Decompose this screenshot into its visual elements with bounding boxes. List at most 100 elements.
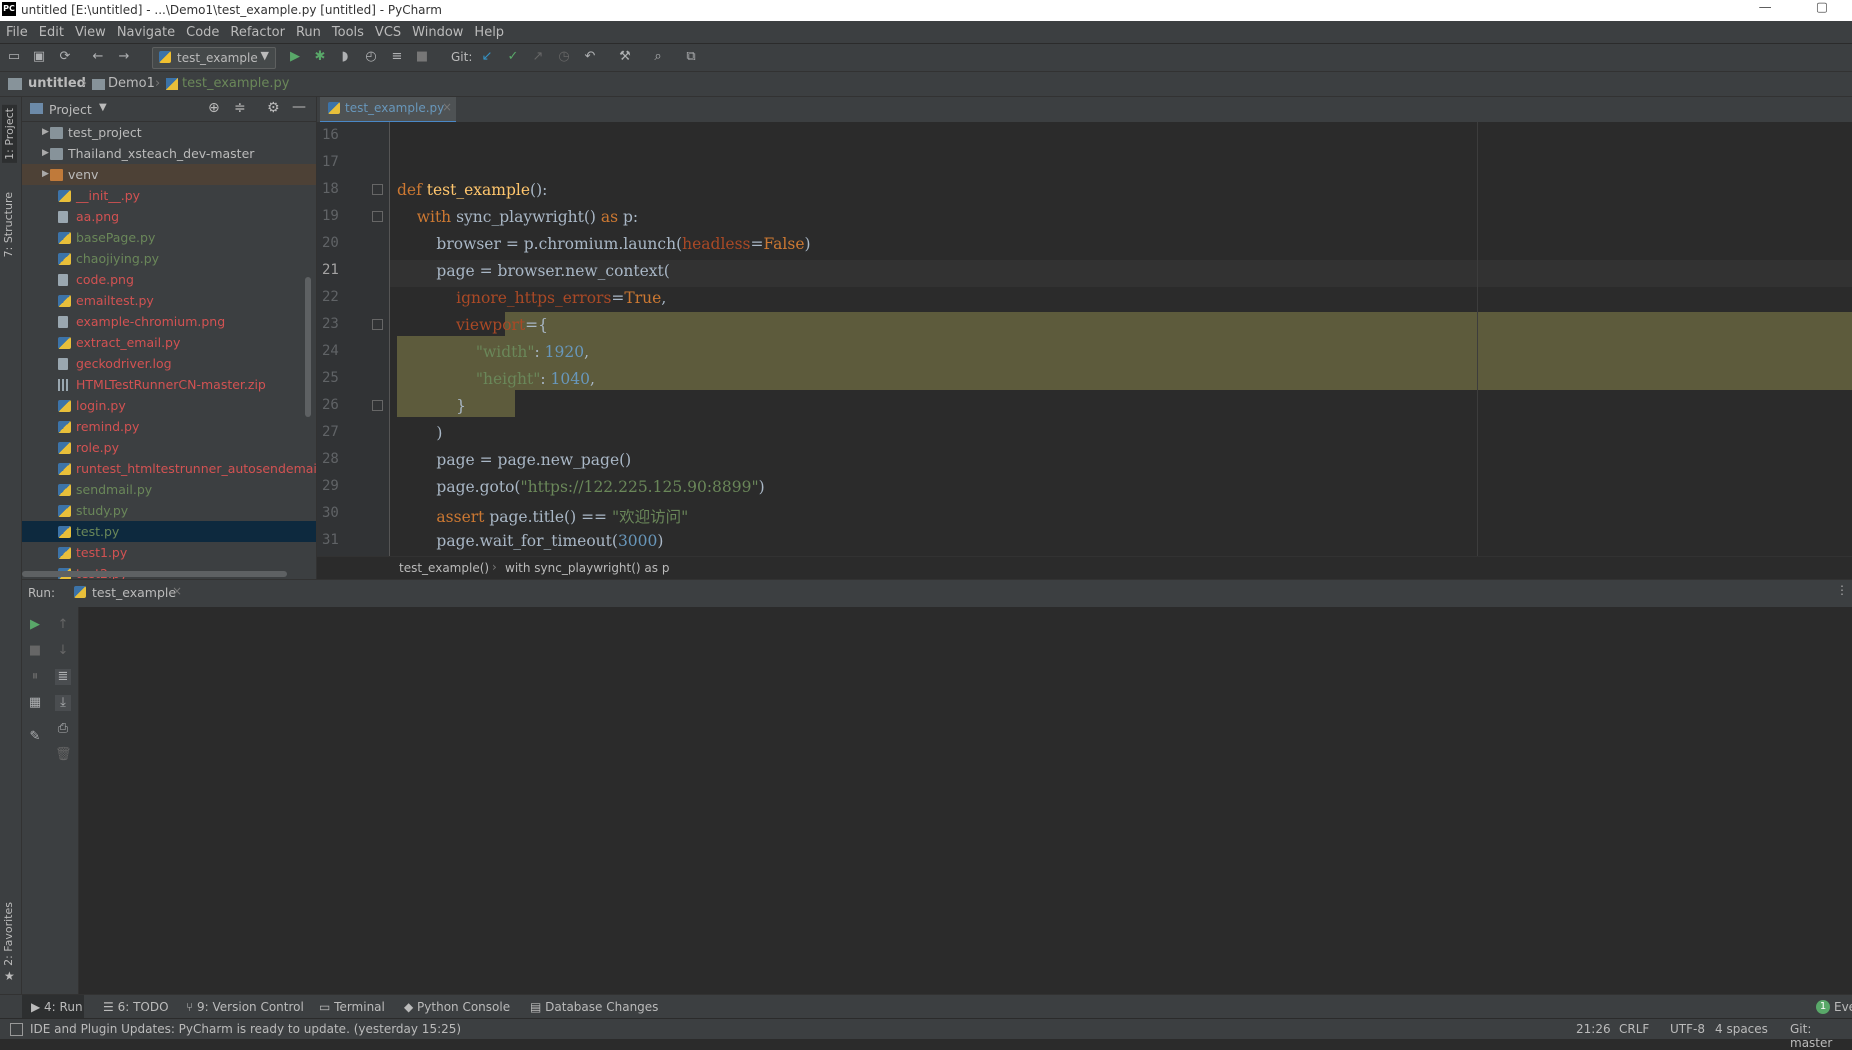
gear-icon[interactable]: ⚙ [267, 100, 280, 116]
tree-item[interactable]: __init__.py [22, 185, 316, 206]
tree-item[interactable]: remind.py [22, 416, 316, 437]
translate-icon[interactable]: ⧉ [683, 49, 699, 65]
menu-code[interactable]: Code [180, 21, 224, 40]
breadcrumb-function[interactable]: test_example() [399, 561, 489, 575]
menu-refactor[interactable]: Refactor [224, 21, 290, 40]
git-rollback-icon[interactable]: ↶ [582, 49, 598, 65]
git-commit-icon[interactable]: ✓ [505, 49, 521, 65]
back-icon[interactable]: ← [90, 49, 106, 65]
tree-item[interactable]: HTMLTestRunnerCN-master.zip [22, 374, 316, 395]
concurrency-icon[interactable]: ≡ [389, 49, 405, 65]
run-config-select[interactable]: test_example ▼ [152, 47, 276, 69]
menu-navigate[interactable]: Navigate [111, 21, 180, 40]
tree-item[interactable]: extract_email.py [22, 332, 316, 353]
caret-position[interactable]: 21:26 [1576, 1022, 1611, 1036]
git-push-icon[interactable]: ↗ [530, 49, 546, 65]
git-branch[interactable]: Git: master [1790, 1022, 1852, 1050]
structure-tool-button[interactable]: 7: Structure [2, 192, 15, 257]
fold-icon[interactable] [372, 211, 383, 222]
tree-item[interactable]: ▶ Thailand_xsteach_dev-master [22, 143, 316, 164]
stop-icon[interactable]: ■ [414, 49, 430, 65]
soft-wrap-icon[interactable]: ≣ [55, 669, 71, 685]
menu-vcs[interactable]: VCS [369, 21, 406, 40]
scroll-to-end-icon[interactable]: ⤓ [55, 695, 71, 711]
menu-tools[interactable]: Tools [326, 21, 369, 40]
pin-icon[interactable]: ✎ [27, 729, 43, 745]
fold-icon[interactable] [372, 400, 383, 411]
open-folder-icon[interactable]: ▭ [6, 49, 22, 65]
breadcrumb-project[interactable]: untitled [28, 76, 86, 91]
terminal-tool-button[interactable]: ▭ Terminal [319, 1000, 385, 1014]
run-tool-button[interactable]: ▶ 4: Run [31, 1000, 83, 1014]
tree-item[interactable]: geckodriver.log [22, 353, 316, 374]
run-tab-label[interactable]: test_example [92, 585, 176, 600]
git-history-icon[interactable]: ◷ [556, 49, 572, 65]
tree-item[interactable]: code.png [22, 269, 316, 290]
tree-item[interactable]: login.py [22, 395, 316, 416]
expand-arrow-icon[interactable]: ▶ [42, 143, 49, 164]
window-controls[interactable]: — ▢ [1759, 0, 1848, 15]
breadcrumb-file[interactable]: test_example.py [182, 76, 290, 91]
expand-arrow-icon[interactable]: ▶ [42, 122, 49, 143]
trash-icon[interactable]: 🗑 [55, 747, 72, 763]
menu-help[interactable]: Help [468, 21, 509, 40]
tree-item[interactable]: aa.png [22, 206, 316, 227]
debug-icon[interactable]: ✱ [312, 49, 328, 65]
sync-icon[interactable]: ⟳ [57, 49, 73, 65]
menu-window[interactable]: Window [406, 21, 468, 40]
pause-icon[interactable]: ⏸ [27, 669, 43, 685]
menu-edit[interactable]: Edit [33, 21, 69, 40]
rerun-icon[interactable]: ▶ [27, 617, 43, 633]
close-icon[interactable]: × [172, 584, 182, 598]
run-console-output[interactable] [79, 607, 1852, 994]
close-icon[interactable]: × [442, 100, 452, 114]
git-update-icon[interactable]: ↙ [479, 49, 495, 65]
search-icon[interactable]: ⌕ [650, 49, 666, 65]
version-control-tool-button[interactable]: ⑂ 9: Version Control [186, 1000, 304, 1014]
menu-run[interactable]: Run [290, 21, 326, 40]
project-tool-button[interactable]: 1: Project [2, 105, 17, 163]
expand-arrow-icon[interactable]: ▶ [42, 164, 49, 185]
tree-item[interactable]: role.py [22, 437, 316, 458]
hide-panel-icon[interactable]: — [292, 99, 306, 115]
code-editor[interactable]: 16 17 18 19 20 21 22 23 24 25 26 27 28 2… [317, 122, 1852, 556]
coverage-icon[interactable]: ◗ [337, 49, 353, 65]
tree-item[interactable]: runtest_htmltestrunner_autosendemail.py [22, 458, 316, 479]
up-arrow-icon[interactable]: ↑ [55, 617, 71, 633]
tree-item[interactable]: ▶ test_project [22, 122, 316, 143]
breadcrumb-folder[interactable]: Demo1 [108, 76, 155, 91]
down-arrow-icon[interactable]: ↓ [55, 643, 71, 659]
todo-tool-button[interactable]: ☰ 6: TODO [103, 1000, 169, 1014]
tree-scrollbar[interactable] [305, 277, 311, 417]
tree-item[interactable]: ▶ venv [22, 164, 316, 185]
profile-icon[interactable]: ◴ [363, 49, 379, 65]
menu-file[interactable]: File [0, 21, 33, 40]
line-separator[interactable]: CRLF [1619, 1022, 1649, 1036]
run-icon[interactable]: ▶ [287, 49, 303, 65]
status-toggle-icon[interactable] [10, 1023, 23, 1036]
menu-view[interactable]: View [69, 21, 111, 40]
tree-item[interactable]: study.py [22, 500, 316, 521]
print-icon[interactable]: ⎙ [55, 721, 71, 737]
collapse-all-icon[interactable]: ≑ [234, 100, 246, 116]
database-changes-tool-button[interactable]: ▤ Database Changes [530, 1000, 658, 1014]
project-view-select[interactable]: Project [49, 102, 92, 117]
chevron-down-icon[interactable]: ▼ [99, 102, 107, 113]
stop-icon[interactable]: ■ [27, 643, 43, 659]
tree-item[interactable]: sendmail.py [22, 479, 316, 500]
fold-icon[interactable] [372, 319, 383, 330]
tree-item[interactable]: basePage.py [22, 227, 316, 248]
tree-item[interactable]: chaojiying.py [22, 248, 316, 269]
fold-icon[interactable] [372, 184, 383, 195]
locate-icon[interactable]: ⊕ [208, 100, 220, 116]
breadcrumb-with[interactable]: with sync_playwright() as p [505, 561, 669, 575]
tree-item[interactable]: example-chromium.png [22, 311, 316, 332]
more-icon[interactable]: ⋮ [1836, 583, 1848, 597]
save-icon[interactable]: ▣ [31, 49, 47, 65]
indent-setting[interactable]: 4 spaces [1715, 1022, 1768, 1036]
tree-h-scrollbar[interactable] [22, 571, 287, 577]
tree-item[interactable]: test1.py [22, 542, 316, 563]
event-log-button[interactable]: Eve [1834, 1000, 1852, 1014]
settings-wrench-icon[interactable]: ⚒ [617, 49, 633, 65]
tab-test-example[interactable]: test_example.py × [320, 97, 456, 124]
